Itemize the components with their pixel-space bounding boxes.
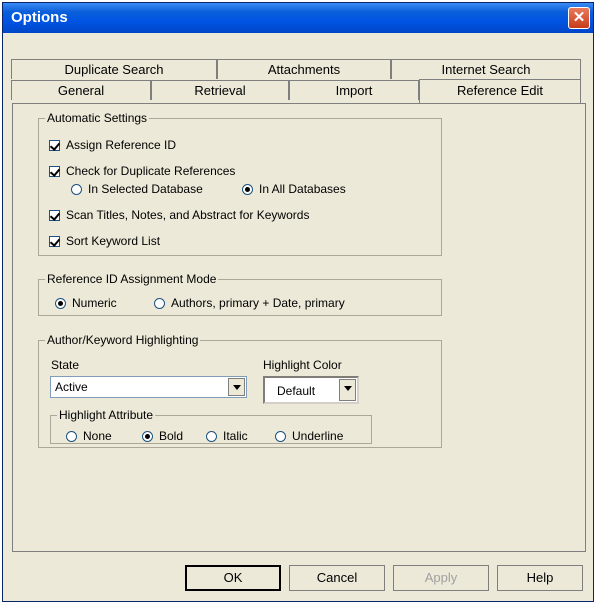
tab-general[interactable]: General <box>11 80 151 100</box>
tab-reference-edit[interactable]: Reference Edit <box>419 79 581 103</box>
checkbox-box[interactable] <box>49 139 60 151</box>
close-icon: ✕ <box>572 9 586 26</box>
ref-id-mode-title: Reference ID Assignment Mode <box>47 272 217 286</box>
radio-circle[interactable] <box>154 297 165 309</box>
tab-attachments[interactable]: Attachments <box>217 59 391 79</box>
ref-id-numeric-radio[interactable]: Numeric <box>55 296 117 310</box>
tab-internet-search[interactable]: Internet Search <box>391 59 581 79</box>
check-duplicates-checkbox[interactable]: Check for Duplicate References <box>49 164 235 178</box>
tab-retrieval[interactable]: Retrieval <box>151 80 289 100</box>
highlight-underline-radio[interactable]: Underline <box>275 429 343 443</box>
dup-scope-all-db-radio[interactable]: In All Databases <box>242 182 346 196</box>
chevron-down-icon[interactable] <box>339 379 356 401</box>
automatic-settings-title: Automatic Settings <box>47 111 148 125</box>
radio-circle[interactable] <box>55 297 66 309</box>
options-dialog: Options ✕ Duplicate Search Attachments I… <box>2 2 594 602</box>
highlight-bold-radio[interactable]: Bold <box>142 429 183 443</box>
radio-circle[interactable] <box>66 430 77 442</box>
state-select[interactable]: Active <box>50 376 247 398</box>
cancel-button[interactable]: Cancel <box>289 565 385 591</box>
checkbox-box[interactable] <box>49 165 60 177</box>
ref-id-authors-date-radio[interactable]: Authors, primary + Date, primary <box>154 296 345 310</box>
tab-duplicate-search[interactable]: Duplicate Search <box>11 59 217 79</box>
radio-circle[interactable] <box>142 430 153 442</box>
radio-circle[interactable] <box>206 430 217 442</box>
tab-import[interactable]: Import <box>289 80 419 100</box>
ok-button[interactable]: OK <box>185 565 281 591</box>
title-bar: Options ✕ <box>3 3 593 33</box>
state-value: Active <box>55 380 88 394</box>
highlight-color-value: Default <box>277 384 316 398</box>
assign-ref-id-checkbox[interactable]: Assign Reference ID <box>49 138 176 152</box>
close-button[interactable]: ✕ <box>568 7 590 29</box>
scan-titles-checkbox[interactable]: Scan Titles, Notes, and Abstract for Key… <box>49 208 309 222</box>
radio-circle[interactable] <box>71 183 82 195</box>
sort-keywords-checkbox[interactable]: Sort Keyword List <box>49 234 160 248</box>
highlight-color-select[interactable]: Default <box>263 376 359 404</box>
radio-circle[interactable] <box>275 430 286 442</box>
highlight-attribute-title: Highlight Attribute <box>59 408 154 422</box>
checkbox-box[interactable] <box>49 235 60 247</box>
tab-panel-reference-edit: Automatic Settings Assign Reference ID C… <box>12 103 586 552</box>
highlight-color-label: Highlight Color <box>263 358 342 372</box>
highlight-none-radio[interactable]: None <box>66 429 112 443</box>
dup-scope-selected-db-radio[interactable]: In Selected Database <box>71 182 203 196</box>
window-title: Options <box>11 9 68 26</box>
state-label: State <box>51 358 80 372</box>
checkbox-box[interactable] <box>49 209 60 221</box>
highlighting-title: Author/Keyword Highlighting <box>47 333 199 347</box>
highlight-italic-radio[interactable]: Italic <box>206 429 248 443</box>
chevron-down-icon[interactable] <box>228 378 245 396</box>
apply-button[interactable]: Apply <box>393 565 489 591</box>
help-button[interactable]: Help <box>497 565 583 591</box>
radio-circle[interactable] <box>242 183 253 195</box>
